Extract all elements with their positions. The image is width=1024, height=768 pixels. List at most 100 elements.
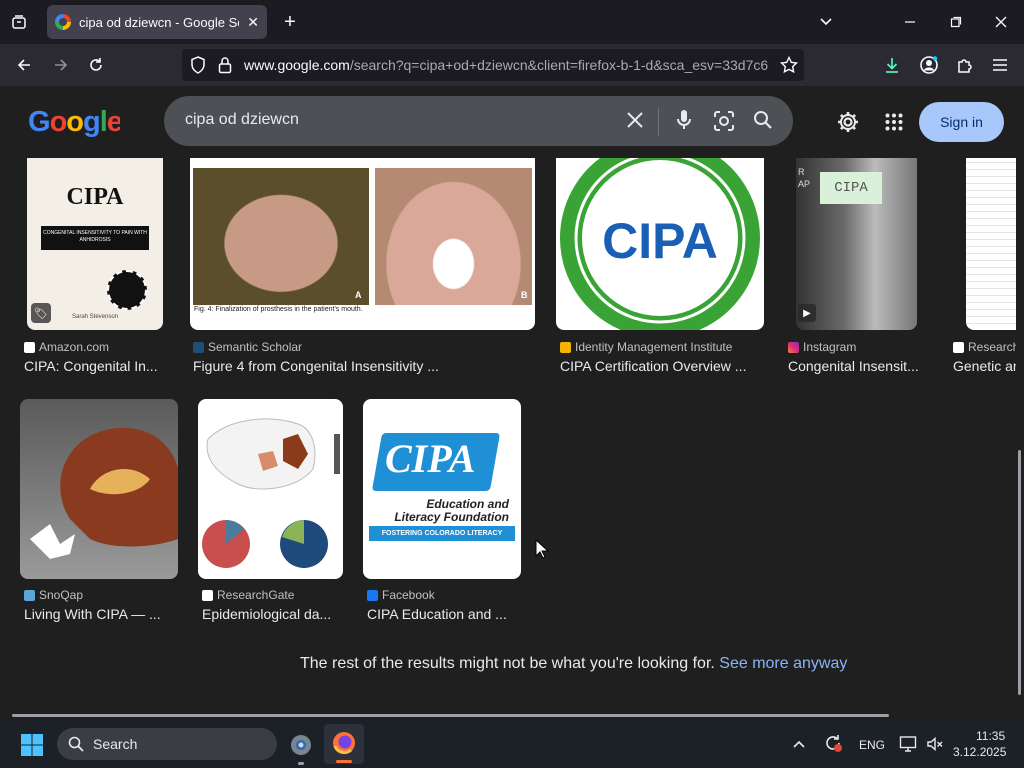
search-query-text[interactable]: cipa od dziewcn	[185, 111, 299, 129]
microphone-icon[interactable]	[676, 109, 692, 136]
image-result-card[interactable]: CIPA Education and Literacy Foundation F…	[363, 399, 528, 629]
result-title[interactable]: Genetic an	[953, 358, 1016, 374]
maximize-icon[interactable]	[944, 10, 968, 34]
vertical-scrollbar-thumb[interactable]	[1018, 450, 1021, 695]
address-bar[interactable]: www.google.com/search?q=cipa+od+dziewcn&…	[182, 49, 804, 81]
reload-icon[interactable]	[84, 53, 108, 77]
image-result-card[interactable]: ResearchGate Epidemiological da...	[198, 399, 358, 629]
result-source: Semantic Scholar	[193, 340, 302, 354]
downloads-icon[interactable]	[880, 53, 904, 77]
book-cover-thumbnail[interactable]: CIPA CONGENITAL INSENSITIVITY TO PAIN WI…	[27, 158, 163, 330]
result-title[interactable]: Congenital Insensit...	[788, 358, 928, 374]
book-title: CIPA	[66, 184, 124, 210]
image-result-card[interactable]: CIPA CONGENITAL INSENSITIVITY TO PAIN WI…	[0, 158, 170, 388]
sign-in-button[interactable]: Sign in	[919, 102, 1004, 142]
more-results-text: The rest of the results might not be wha…	[300, 655, 715, 672]
result-source-label: Semantic Scholar	[208, 340, 303, 354]
taskbar-search-icon	[68, 736, 84, 755]
forward-arrow-icon[interactable]	[49, 53, 73, 77]
xray-cipa-label: CIPA	[820, 172, 882, 204]
tray-overflow-chevron-icon[interactable]	[792, 737, 806, 755]
account-icon[interactable]	[917, 53, 941, 77]
back-arrow-icon[interactable]	[12, 53, 36, 77]
result-source-label: ResearchGate	[217, 588, 295, 602]
map-chart-thumbnail[interactable]	[198, 399, 343, 579]
volume-muted-icon[interactable]	[926, 735, 944, 758]
video-play-icon: ▶	[798, 304, 816, 322]
more-results-notice: The rest of the results might not be wha…	[300, 655, 847, 673]
extensions-puzzle-icon[interactable]	[953, 53, 977, 77]
foundation-banner: FOSTERING COLORADO LITERACY	[369, 526, 515, 541]
url-text[interactable]: www.google.com/search?q=cipa+od+dziewcn&…	[244, 57, 770, 73]
tracking-shield-icon[interactable]	[190, 56, 206, 77]
result-title[interactable]: Epidemiological da...	[202, 606, 352, 622]
google-logo[interactable]: Google	[28, 104, 124, 146]
firefox-app-icon[interactable]	[324, 724, 364, 764]
tab-overview-icon[interactable]	[8, 12, 30, 32]
horizontal-scrollbar-thumb[interactable]	[12, 714, 889, 717]
clock-time[interactable]: 11:35	[976, 729, 1005, 743]
xray-thumbnail[interactable]: R AP CIPA ▶	[796, 158, 917, 330]
book-badge	[107, 270, 147, 310]
result-source: Researchu	[953, 340, 1016, 354]
cipa-foundation-logo-thumbnail[interactable]: CIPA Education and Literacy Foundation F…	[363, 399, 521, 579]
svg-text:Google: Google	[28, 106, 120, 138]
search-box[interactable]: cipa od dziewcn	[164, 96, 793, 146]
clock-date[interactable]: 3.12.2025	[953, 745, 1006, 759]
brain-model-thumbnail[interactable]	[20, 399, 178, 579]
researchgate-favicon-icon	[202, 589, 213, 601]
book-subtitle: CONGENITAL INSENSITIVITY TO PAIN WITH AN…	[41, 226, 149, 250]
foundation-logo-text: CIPA	[385, 436, 476, 481]
clear-search-icon[interactable]	[626, 111, 644, 134]
result-title[interactable]: CIPA Certification Overview ...	[560, 358, 760, 374]
result-source-label: Amazon.com	[39, 340, 110, 354]
result-title[interactable]: Figure 4 from Congenital Insensitivity .…	[193, 358, 538, 374]
close-window-icon[interactable]	[989, 10, 1013, 34]
result-title[interactable]: CIPA Education and ...	[367, 606, 525, 622]
data-table-thumbnail[interactable]	[966, 158, 1016, 330]
image-result-card[interactable]: A B Fig. 4: Finalization of prosthesis i…	[190, 158, 540, 388]
result-title[interactable]: Living With CIPA — ...	[24, 606, 189, 622]
new-tab-icon[interactable]: +	[278, 10, 302, 34]
badge-center-text: CIPA	[602, 213, 718, 269]
image-result-card[interactable]: CIPA Identity Management Institute CIPA …	[556, 158, 766, 388]
list-tabs-chevron-down-icon[interactable]	[814, 10, 838, 34]
lock-icon[interactable]	[218, 56, 232, 77]
result-source: Identity Management Institute	[560, 340, 732, 354]
face-photo-right	[375, 168, 532, 305]
browser-tab-bar: cipa od dziewcn - Google Searc ✕ +	[0, 0, 1024, 44]
search-magnifier-icon[interactable]	[753, 110, 773, 135]
snoqap-favicon-icon	[24, 589, 35, 601]
face-photo-left	[193, 168, 369, 305]
taskbar-search[interactable]: Search	[57, 728, 277, 760]
language-indicator[interactable]: ENG	[859, 738, 885, 752]
cipa-badge-thumbnail[interactable]: CIPA	[556, 158, 764, 330]
hamburger-menu-icon[interactable]	[988, 53, 1012, 77]
image-result-card[interactable]: SnoQap Living With CIPA — ...	[20, 399, 190, 629]
apps-grid-icon[interactable]	[885, 113, 903, 136]
network-monitor-icon[interactable]	[899, 735, 917, 758]
result-source: Facebook	[367, 588, 435, 602]
lens-camera-icon[interactable]	[713, 110, 735, 137]
sync-red-icon[interactable]	[823, 733, 843, 758]
image-result-card[interactable]: Researchu Genetic an	[950, 158, 1016, 388]
see-more-anyway-link[interactable]: See more anyway	[719, 655, 847, 672]
semantic-scholar-favicon-icon	[193, 341, 204, 353]
imi-favicon-icon	[560, 341, 571, 353]
bookmark-star-icon[interactable]	[779, 55, 799, 77]
settings-app-icon[interactable]	[288, 732, 314, 763]
dental-photo-thumbnail[interactable]: A B Fig. 4: Finalization of prosthesis i…	[190, 158, 535, 330]
search-divider	[658, 108, 659, 136]
foundation-line2: Literacy Foundation	[394, 510, 509, 524]
settings-gear-icon[interactable]	[836, 110, 860, 139]
active-tab[interactable]: cipa od dziewcn - Google Searc ✕	[47, 5, 267, 39]
result-source: Amazon.com	[24, 340, 109, 354]
instagram-favicon-icon	[788, 341, 799, 353]
minimize-icon[interactable]	[898, 10, 922, 34]
settings-running-indicator	[298, 762, 304, 765]
mouse-cursor-icon	[535, 538, 550, 564]
close-tab-icon[interactable]: ✕	[247, 14, 259, 31]
result-title[interactable]: CIPA: Congenital In...	[24, 358, 169, 374]
image-result-card[interactable]: R AP CIPA ▶ Instagram Congenital Insensi…	[786, 158, 936, 388]
windows-start-icon[interactable]	[20, 733, 44, 762]
